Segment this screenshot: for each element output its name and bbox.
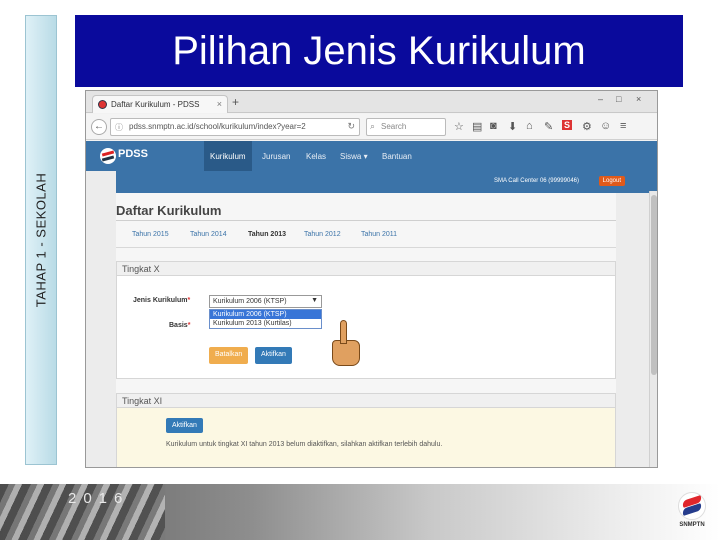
main-content: Daftar Kurikulum Tahun 2015 Tahun 2014 T… <box>116 193 616 467</box>
browser-window: Daftar Kurikulum - PDSS × + – □ × ← ⓘ pd… <box>85 90 658 468</box>
url-bar[interactable]: ⓘ pdss.snmptn.ac.id/school/kurikulum/ind… <box>110 118 360 136</box>
scrollbar[interactable] <box>649 191 657 467</box>
tab-strip: Daftar Kurikulum - PDSS × + – □ × <box>86 91 657 113</box>
panel-tingkat-x: Tingkat X Jenis Kurikulum* Basis* Kuriku… <box>116 261 616 379</box>
emoji-icon[interactable]: ☺ <box>600 120 611 132</box>
aktifkan-xi-button[interactable]: Aktifkan <box>166 418 203 433</box>
star-icon[interactable]: ☆ <box>454 120 464 133</box>
tab-title: Daftar Kurikulum - PDSS <box>111 100 200 109</box>
tab-2012[interactable]: Tahun 2012 <box>304 231 341 238</box>
tools-icon[interactable]: ✎ <box>544 120 553 133</box>
menu-jurusan[interactable]: Jurusan <box>262 141 290 171</box>
select-value: Kurikulum 2006 (KTSP) <box>213 298 287 305</box>
pocket-icon[interactable]: ◙ <box>490 120 497 132</box>
batalkan-button[interactable]: Batalkan <box>209 347 249 364</box>
divider <box>116 247 616 248</box>
search-placeholder: Search <box>381 122 407 131</box>
kurikulum-dropdown: Kurikulum 2006 (KTSP) Kurikulum 2013 (Ku… <box>209 309 322 329</box>
close-window-button[interactable]: × <box>636 94 641 104</box>
jenis-kurikulum-label: Jenis Kurikulum* <box>133 297 191 304</box>
kurikulum-select[interactable]: Kurikulum 2006 (KTSP) ▼ <box>209 295 322 308</box>
info-note: Kurikulum untuk tingkat XI tahun 2013 be… <box>166 441 443 448</box>
url-text: pdss.snmptn.ac.id/school/kurikulum/index… <box>129 122 306 131</box>
chevron-down-icon: ▼ <box>311 297 318 304</box>
extension-icon[interactable]: S <box>562 120 573 130</box>
menu-bantuan[interactable]: Bantuan <box>382 141 412 171</box>
app-header: PDSS Kurikulum Jurusan Kelas Siswa ▾ Ban… <box>86 141 657 171</box>
favicon-icon <box>98 100 107 109</box>
snmptn-logo: SNMPTN <box>672 492 712 532</box>
tab-2011[interactable]: Tahun 2011 <box>361 231 397 238</box>
scroll-thumb[interactable] <box>651 195 657 375</box>
reader-icon[interactable]: ▤ <box>472 120 482 133</box>
basis-label: Basis* <box>169 322 191 329</box>
slide-title: Pilihan Jenis Kurikulum <box>172 28 586 73</box>
new-tab-button[interactable]: + <box>232 95 239 109</box>
pdss-logo-icon <box>100 148 116 164</box>
info-icon: ⓘ <box>115 123 123 132</box>
aktifkan-button[interactable]: Aktifkan <box>255 347 292 364</box>
browser-tab[interactable]: Daftar Kurikulum - PDSS × <box>92 95 228 113</box>
reload-icon[interactable]: ↻ <box>347 121 355 132</box>
settings-icon[interactable]: ⚙ <box>582 120 592 133</box>
menu-kelas[interactable]: Kelas <box>306 141 326 171</box>
logo-text: SNMPTN <box>679 522 705 528</box>
panel-heading: Tingkat XI <box>117 394 615 408</box>
tab-2014[interactable]: Tahun 2014 <box>190 231 227 238</box>
menu-siswa[interactable]: Siswa ▾ <box>340 141 368 171</box>
page-title: Daftar Kurikulum <box>116 203 222 218</box>
user-label: SMA Call Center 06 (99999046) <box>493 178 579 184</box>
option-kurtilas[interactable]: Kurikulum 2013 (Kurtilas) <box>210 319 321 328</box>
tab-2013[interactable]: Tahun 2013 <box>248 231 286 238</box>
maximize-button[interactable]: □ <box>616 94 621 104</box>
search-input[interactable]: ⌕ Search <box>366 118 446 136</box>
option-ktsp[interactable]: Kurikulum 2006 (KTSP) <box>210 310 321 319</box>
tab-2015[interactable]: Tahun 2015 <box>132 231 169 238</box>
side-label: TAHAP 1 - SEKOLAH <box>33 172 49 308</box>
web-page: PDSS Kurikulum Jurusan Kelas Siswa ▾ Ban… <box>86 141 657 467</box>
user-bar: SMA Call Center 06 (99999046) Logout <box>116 171 657 193</box>
nav-bar: ← ⓘ pdss.snmptn.ac.id/school/kurikulum/i… <box>86 114 657 140</box>
menu-kurikulum[interactable]: Kurikulum <box>204 141 252 171</box>
close-tab-icon[interactable]: × <box>217 99 222 109</box>
home-icon[interactable]: ⌂ <box>526 120 533 132</box>
search-icon: ⌕ <box>370 121 376 131</box>
pointing-hand-icon <box>330 320 362 368</box>
download-icon[interactable]: ⬇ <box>508 120 517 133</box>
menu-icon[interactable]: ≡ <box>620 120 626 132</box>
brand-label[interactable]: PDSS <box>118 148 148 160</box>
panel-heading: Tingkat X <box>117 262 615 276</box>
minimize-button[interactable]: – <box>598 94 603 104</box>
year-label: 2016 <box>68 490 130 507</box>
title-bar: Pilihan Jenis Kurikulum <box>75 15 683 87</box>
divider <box>116 220 616 221</box>
logout-button[interactable]: Logout <box>598 176 625 186</box>
back-button[interactable]: ← <box>91 119 107 135</box>
